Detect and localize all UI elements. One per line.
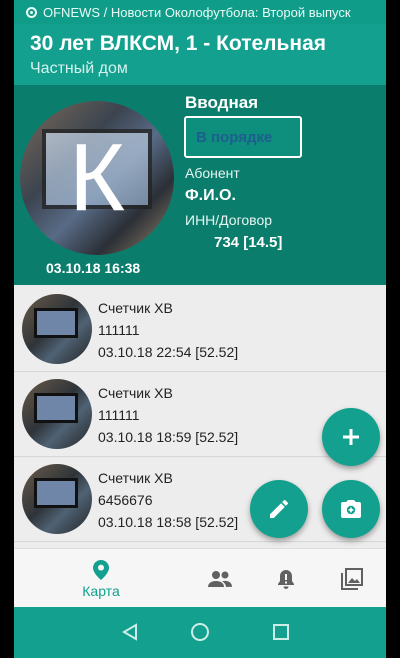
reading-meter-number: 6456676: [98, 492, 153, 508]
subscriber-value: Ф.И.О.: [185, 187, 236, 204]
reading-meter-name: Счетчик ХВ: [98, 385, 173, 401]
nav-item-map-label: Карта: [82, 582, 120, 599]
status-notification-text: OFNEWS / Новости Околофутбола: Второй вы…: [43, 4, 351, 20]
home-icon[interactable]: [191, 623, 209, 641]
nav-item-people[interactable]: [204, 549, 236, 608]
back-icon[interactable]: [122, 623, 137, 641]
nav-item-alerts[interactable]: [270, 549, 302, 608]
reading-photo-thumbnail: [22, 464, 92, 534]
intro-card: К 03.10.18 16:38 Вводная В порядке Абоне…: [14, 85, 386, 285]
system-navigation-bar: [14, 607, 386, 658]
reading-meter-number: 111111: [98, 407, 140, 423]
add-photo-button[interactable]: [322, 480, 380, 538]
map-pin-icon: [93, 559, 109, 580]
pencil-icon: [270, 499, 288, 518]
add-reading-button[interactable]: [322, 408, 380, 466]
subscriber-label: Абонент: [185, 165, 240, 181]
system-nav-buttons: [122, 623, 289, 641]
reading-timestamp: 03.10.18 18:58 [52.52]: [98, 514, 239, 530]
bottom-navigation: Карта: [14, 548, 386, 607]
notification-icon: [26, 6, 37, 18]
status-button[interactable]: В порядке: [184, 116, 302, 158]
recents-icon[interactable]: [273, 624, 289, 640]
list-item[interactable]: Счетчик ХВ 111111 03.10.18 22:54 [52.52]: [14, 288, 386, 372]
reading-photo-thumbnail: [22, 379, 92, 449]
app-bar: 30 лет ВЛКСМ, 1 - Котельная Частный дом: [14, 24, 386, 85]
object-photo-avatar[interactable]: К: [20, 101, 174, 255]
reading-meter-name: Счетчик ХВ: [98, 300, 173, 316]
reading-meter-number: 111111: [98, 322, 140, 338]
reading-timestamp: 03.10.18 18:59 [52.52]: [98, 429, 239, 445]
reading-meter-name: Счетчик ХВ: [98, 470, 173, 486]
contract-value: 734 [14.5]: [214, 234, 283, 251]
reading-photo-thumbnail: [22, 294, 92, 364]
nav-item-gallery[interactable]: [336, 549, 368, 608]
gallery-icon: [341, 567, 363, 590]
app-screen: OFNEWS / Новости Околофутбола: Второй вы…: [14, 0, 386, 658]
edit-button[interactable]: [250, 480, 308, 538]
alert-bell-icon: [278, 569, 294, 589]
plus-icon: [343, 429, 359, 445]
camera-plus-icon: [341, 500, 361, 518]
intro-date: 03.10.18 16:38: [46, 260, 141, 276]
reading-timestamp: 03.10.18 22:54 [52.52]: [98, 344, 239, 360]
contract-label: ИНН/Договор: [185, 212, 273, 228]
people-icon: [208, 570, 232, 587]
page-subtitle: Частный дом: [30, 60, 128, 77]
avatar-letter: К: [69, 124, 125, 231]
nav-item-map[interactable]: Карта: [66, 549, 136, 608]
status-bar: OFNEWS / Новости Околофутбола: Второй вы…: [14, 0, 386, 24]
intro-heading: Вводная: [185, 93, 259, 112]
page-title: 30 лет ВЛКСМ, 1 - Котельная: [30, 32, 327, 55]
